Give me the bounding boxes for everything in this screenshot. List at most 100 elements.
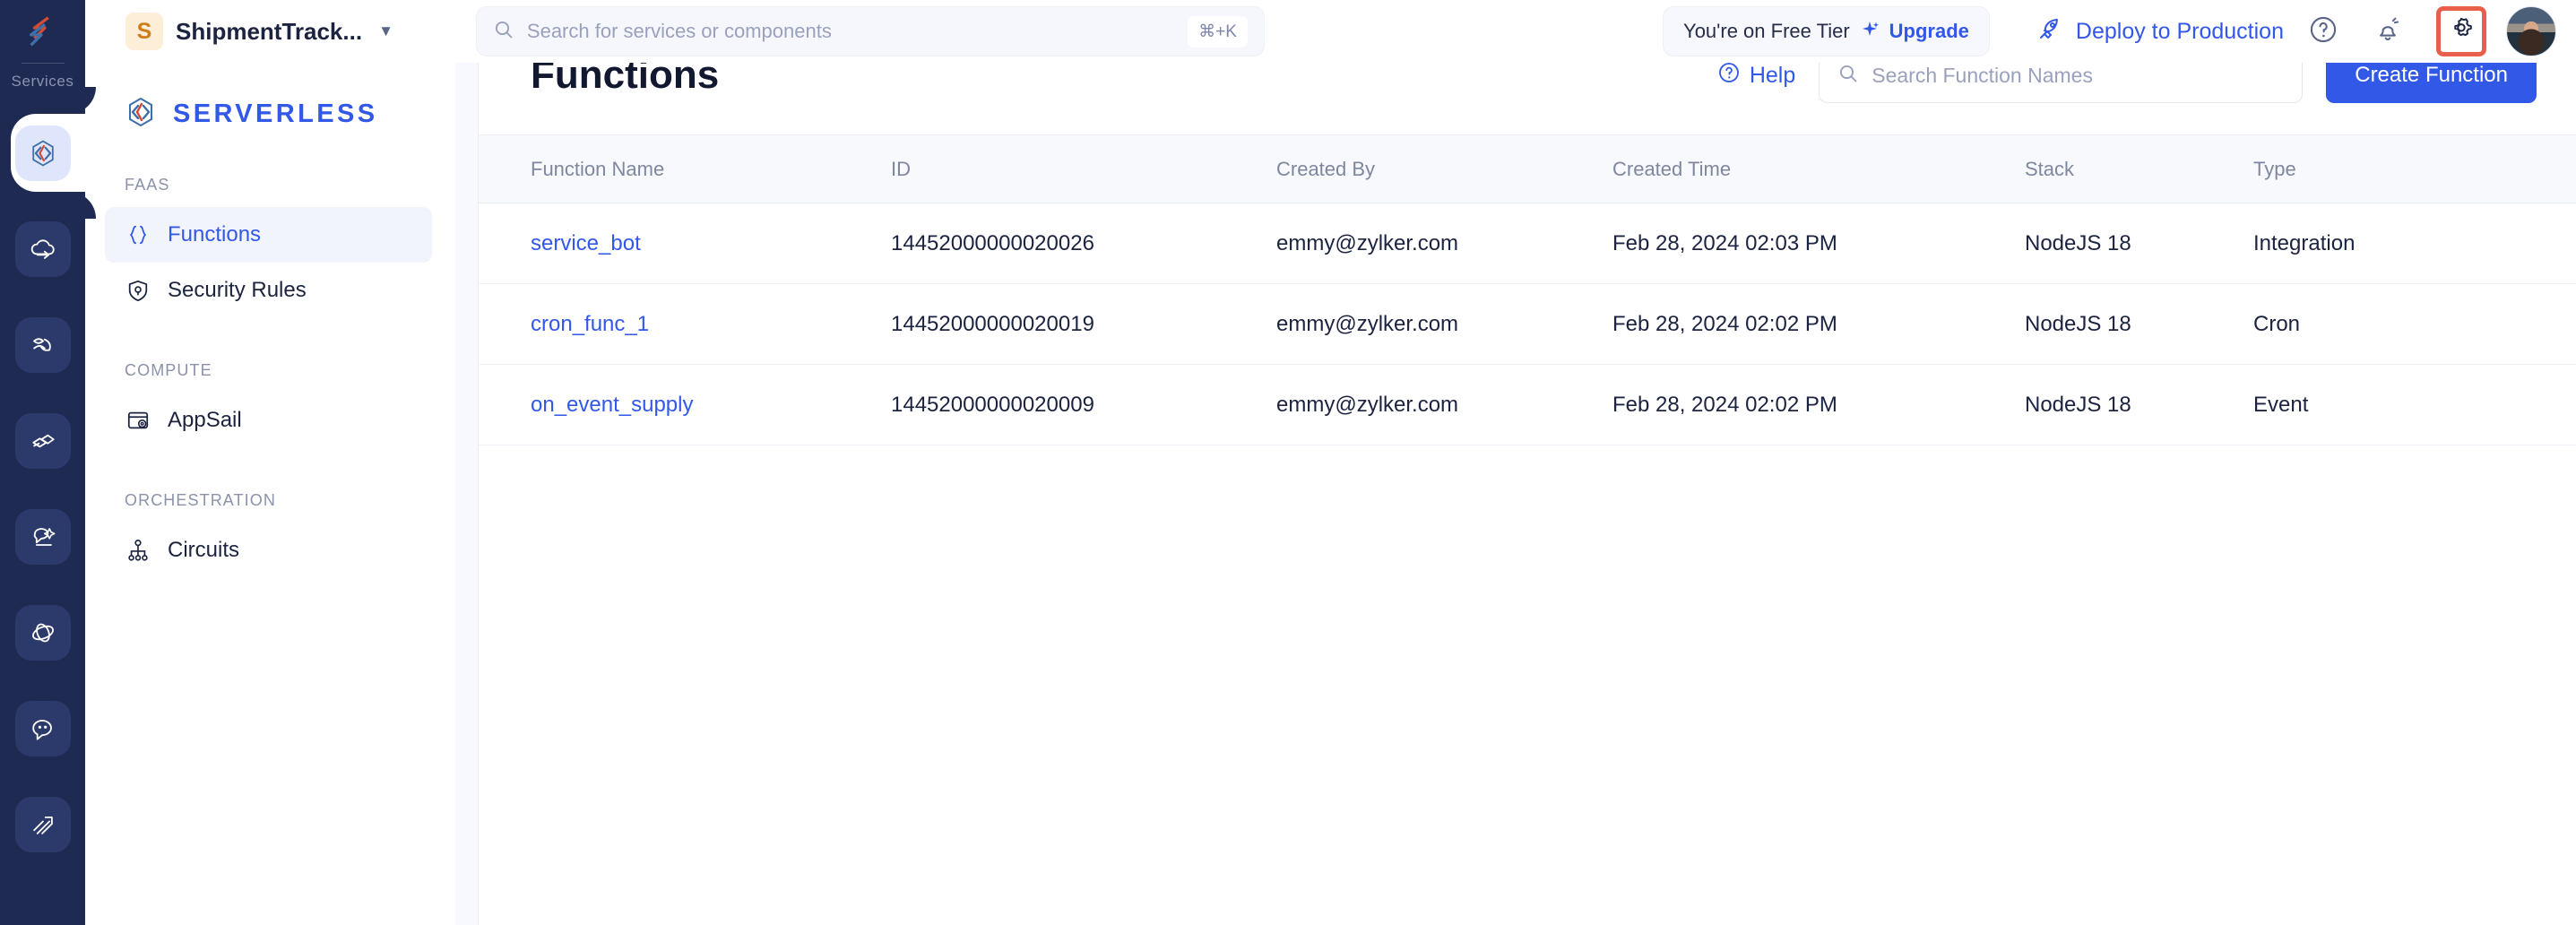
rail-item-ai-services[interactable] xyxy=(0,488,85,584)
cell-created-by: emmy@zylker.com xyxy=(1276,364,1612,445)
function-link[interactable]: on_event_supply xyxy=(531,393,693,417)
cell-type: Cron xyxy=(2253,283,2576,365)
sparkle-icon xyxy=(1859,19,1880,45)
deploy-label: Deploy to Production xyxy=(2075,18,2284,44)
sidebar-item-label: AppSail xyxy=(168,408,242,432)
main-content: Functions Help Search Function Names Cre… xyxy=(479,0,2576,925)
sidebar-group-title: FAAS xyxy=(125,176,170,194)
settings-button[interactable] xyxy=(2436,6,2486,56)
rocket-icon xyxy=(2036,15,2063,48)
cell-stack: NodeJS 18 xyxy=(2025,203,2253,284)
sidebar-brand-label: SERVERLESS xyxy=(173,99,378,128)
bell-icon xyxy=(2373,14,2403,49)
product-logo-icon[interactable] xyxy=(0,0,85,63)
table-header-row: Function Name ID Created By Created Time… xyxy=(479,134,2576,203)
cell-created-time: Feb 28, 2024 02:03 PM xyxy=(1612,203,2025,284)
sidebar-group-title: COMPUTE xyxy=(125,361,212,379)
search-icon xyxy=(1837,63,1859,89)
cell-function-name: cron_func_1 xyxy=(479,283,891,365)
sidebar-item-label: Functions xyxy=(168,222,262,246)
app-root: Services SERVERLESS FAAS Functions Secur… xyxy=(0,0,2576,925)
layers-icon xyxy=(14,412,71,469)
orbit-icon xyxy=(14,604,71,661)
free-tier-pill[interactable]: You're on Free Tier Upgrade xyxy=(1663,6,1990,56)
code-brackets-icon xyxy=(123,94,159,134)
help-link[interactable]: Help xyxy=(1717,61,1795,91)
cell-created-time: Feb 28, 2024 02:02 PM xyxy=(1612,283,2025,365)
notifications-button[interactable] xyxy=(2363,6,2413,56)
data-flow-icon xyxy=(14,316,71,373)
cell-created-by: emmy@zylker.com xyxy=(1276,203,1612,284)
gear-icon xyxy=(2447,15,2476,48)
sidebar-item-functions[interactable]: Functions xyxy=(105,207,432,263)
global-search-placeholder: Search for services or components xyxy=(526,20,832,42)
sidebar-item-circuits[interactable]: Circuits xyxy=(105,523,432,578)
question-circle-icon xyxy=(2308,14,2338,49)
cell-function-name: service_bot xyxy=(479,203,891,284)
sidebar-group-compute: COMPUTE AppSail xyxy=(85,361,455,448)
column-header-created-time[interactable]: Created Time xyxy=(1612,134,2025,203)
workspace-name: ShipmentTrack... xyxy=(176,17,363,45)
chevron-down-icon[interactable]: ▼ xyxy=(378,22,393,40)
function-link[interactable]: cron_func_1 xyxy=(531,312,649,336)
question-circle-icon xyxy=(1717,61,1741,91)
cell-stack: NodeJS 18 xyxy=(2025,364,2253,445)
sidebar-item-label: Security Rules xyxy=(168,278,307,302)
user-avatar[interactable] xyxy=(2506,6,2556,56)
table-row[interactable]: cron_func_1 14452000000020019 emmy@zylke… xyxy=(479,283,2576,365)
cell-type: Integration xyxy=(2253,203,2576,284)
module-sidebar: SERVERLESS FAAS Functions Security Rules… xyxy=(85,0,455,925)
help-icon-button[interactable] xyxy=(2298,6,2348,56)
cell-stack: NodeJS 18 xyxy=(2025,283,2253,365)
table-row[interactable]: on_event_supply 14452000000020009 emmy@z… xyxy=(479,364,2576,445)
sidebar-item-label: Circuits xyxy=(168,538,240,562)
rail-item-orbit[interactable] xyxy=(0,584,85,680)
functions-table-head: Function Name ID Created By Created Time… xyxy=(479,134,2576,203)
top-bar-actions: You're on Free Tier Upgrade Deploy to Pr… xyxy=(1663,6,2576,56)
help-label: Help xyxy=(1749,62,1796,88)
cell-created-time: Feb 28, 2024 02:02 PM xyxy=(1612,364,2025,445)
search-icon xyxy=(493,19,514,45)
deploy-to-production-button[interactable]: Deploy to Production xyxy=(2036,15,2284,48)
column-header-stack[interactable]: Stack xyxy=(2025,134,2253,203)
functions-table-body: service_bot 14452000000020026 emmy@zylke… xyxy=(479,203,2576,445)
cell-id: 14452000000020019 xyxy=(891,283,1276,365)
column-header-function-name[interactable]: Function Name xyxy=(479,134,891,203)
global-search-input[interactable]: Search for services or components ⌘+K xyxy=(475,6,1265,56)
sidebar-group-orchestration: ORCHESTRATION Circuits xyxy=(85,491,455,578)
rail-item-integrations[interactable] xyxy=(0,393,85,488)
curly-braces-icon xyxy=(125,221,151,248)
sidebar-group-title: ORCHESTRATION xyxy=(125,491,276,509)
code-brackets-icon xyxy=(14,125,71,181)
workspace-initial-badge: S xyxy=(125,13,163,50)
functions-table: Function Name ID Created By Created Time… xyxy=(479,134,2576,445)
upgrade-link[interactable]: Upgrade xyxy=(1889,20,1969,43)
top-bar: S ShipmentTrack... ▼ Search for services… xyxy=(85,0,2576,63)
function-search-placeholder: Search Function Names xyxy=(1871,63,2093,87)
table-row[interactable]: service_bot 14452000000020026 emmy@zylke… xyxy=(479,203,2576,284)
service-rail: Services xyxy=(0,0,118,925)
window-gear-icon xyxy=(125,407,151,434)
rail-item-conversations[interactable] xyxy=(0,680,85,776)
rail-item-analytics[interactable] xyxy=(0,776,85,872)
rail-items xyxy=(0,87,118,872)
cloud-arrow-icon xyxy=(14,220,71,277)
cell-created-by: emmy@zylker.com xyxy=(1276,283,1612,365)
tier-status-text: You're on Free Tier xyxy=(1683,20,1850,42)
sidebar-item-appsail[interactable]: AppSail xyxy=(105,393,432,448)
column-header-id[interactable]: ID xyxy=(891,134,1276,203)
sitemap-icon xyxy=(125,537,151,564)
workspace-switcher[interactable]: S ShipmentTrack... ▼ xyxy=(85,13,393,50)
cell-id: 14452000000020009 xyxy=(891,364,1276,445)
function-link[interactable]: service_bot xyxy=(531,231,641,255)
rail-item-data-store[interactable] xyxy=(0,297,85,393)
rail-item-serverless[interactable] xyxy=(0,87,118,219)
sidebar-gutter xyxy=(455,0,479,925)
shield-lock-icon xyxy=(125,277,151,304)
search-shortcut-hint: ⌘+K xyxy=(1188,15,1248,48)
column-header-type[interactable]: Type xyxy=(2253,134,2576,203)
sidebar-item-security-rules[interactable]: Security Rules xyxy=(105,263,432,318)
column-header-created-by[interactable]: Created By xyxy=(1276,134,1612,203)
trend-arrow-icon xyxy=(14,796,71,852)
rail-divider xyxy=(21,63,65,64)
